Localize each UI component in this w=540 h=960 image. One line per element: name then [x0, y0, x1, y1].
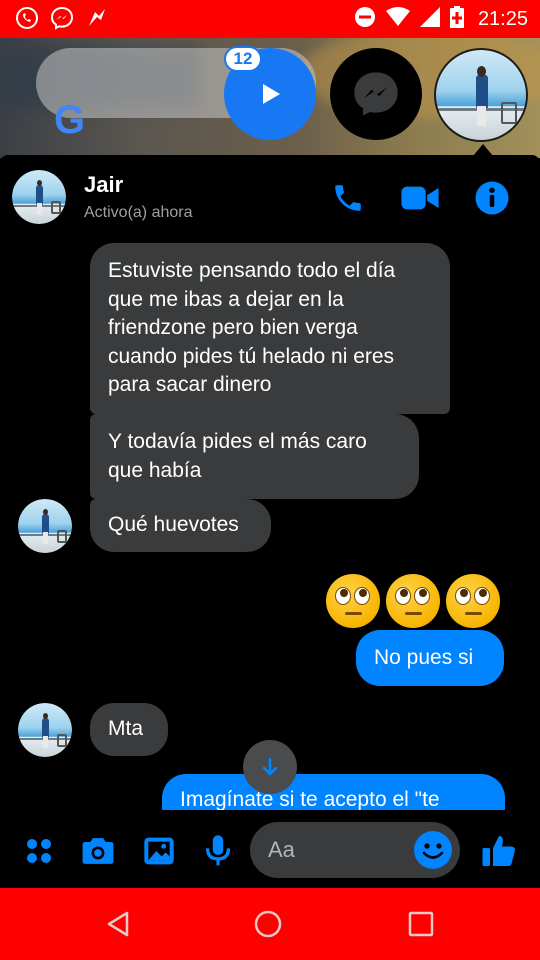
emoji-message[interactable] — [326, 574, 500, 628]
scroll-to-bottom-button[interactable] — [243, 740, 297, 794]
voice-button[interactable] — [197, 830, 239, 872]
contact-chat-head[interactable] — [434, 48, 528, 142]
play-icon — [263, 84, 280, 104]
info-button[interactable] — [472, 178, 512, 218]
home-icon — [254, 910, 282, 938]
message-input-placeholder: Aa — [268, 837, 295, 862]
avatar — [18, 703, 72, 757]
do-not-disturb-icon — [354, 6, 376, 33]
recents-icon — [408, 911, 434, 937]
emoji-icon — [422, 843, 444, 859]
clock: 21:25 — [477, 7, 528, 30]
back-button[interactable] — [94, 900, 142, 948]
gallery-icon — [144, 837, 174, 865]
contact-avatar[interactable] — [12, 170, 66, 224]
back-icon — [107, 911, 129, 937]
battery-icon — [449, 5, 464, 33]
recents-button[interactable] — [397, 900, 445, 948]
microphone-icon — [205, 835, 231, 866]
video-call-button[interactable] — [400, 178, 440, 218]
messenger-logo-icon — [354, 72, 398, 116]
video-call-icon — [401, 186, 439, 210]
avatar — [12, 170, 66, 224]
incoming-message[interactable]: Estuviste pensando todo el día que me ib… — [90, 243, 450, 414]
whatsapp-icon — [14, 5, 40, 31]
camera-icon — [82, 838, 114, 864]
messenger-icon — [49, 5, 75, 31]
notification-badge: 12 — [224, 46, 262, 72]
like-icon — [482, 836, 515, 866]
call-button[interactable] — [328, 178, 368, 218]
gallery-button[interactable] — [138, 830, 180, 872]
contact-status: Activo(a) ahora — [84, 204, 193, 221]
outgoing-message[interactable]: Imagínate si te acepto el "te — [162, 774, 505, 810]
arrow-down-icon — [262, 757, 278, 776]
info-icon — [475, 181, 509, 215]
phone-icon — [335, 185, 361, 211]
notification-icon — [84, 5, 110, 31]
like-button[interactable] — [478, 830, 520, 872]
message-avatar — [18, 499, 72, 553]
incoming-message[interactable]: Qué huevotes — [90, 499, 271, 552]
eye-roll-emoji-icon — [446, 574, 500, 628]
google-logo: G — [54, 98, 86, 142]
eye-roll-emoji-icon — [386, 574, 440, 628]
avatar — [436, 50, 526, 140]
menu-dots-icon — [27, 839, 51, 863]
incoming-message[interactable]: Mta — [90, 703, 168, 756]
incoming-message[interactable]: Y todavía pides el más caro que había — [90, 414, 419, 499]
wifi-icon — [385, 6, 410, 32]
messenger-chat-head[interactable] — [330, 48, 422, 140]
emoji-button[interactable] — [414, 831, 452, 869]
contact-name[interactable]: Jair — [84, 172, 123, 198]
camera-button[interactable] — [77, 830, 119, 872]
signal-icon — [419, 6, 440, 32]
status-bar: 21:25 — [0, 0, 540, 38]
eye-roll-emoji-icon — [326, 574, 380, 628]
message-avatar — [18, 703, 72, 757]
menu-button[interactable] — [18, 830, 60, 872]
outgoing-message[interactable]: No pues si — [356, 630, 504, 686]
avatar — [18, 499, 72, 553]
home-button[interactable] — [244, 900, 292, 948]
